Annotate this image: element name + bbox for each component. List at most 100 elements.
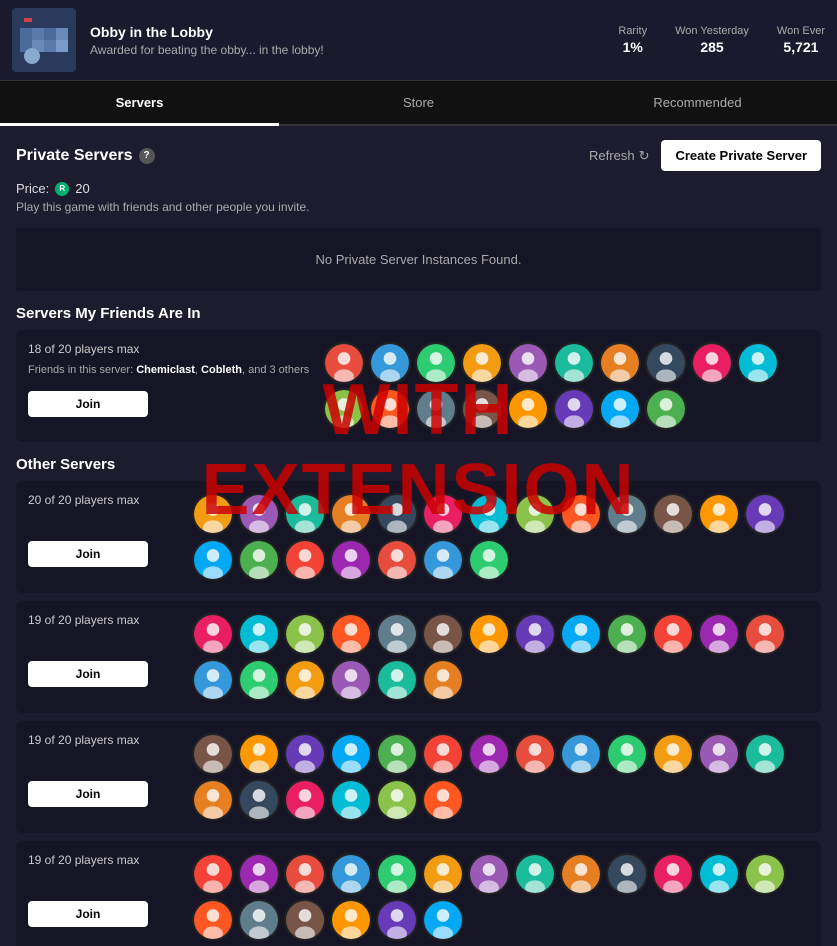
other-servers-heading: Other Servers — [16, 456, 821, 473]
tab-servers[interactable]: Servers — [0, 81, 279, 124]
avatar — [606, 853, 648, 895]
avatar — [606, 613, 648, 655]
other-server-join-button[interactable]: Join — [28, 541, 148, 567]
avatar — [238, 853, 280, 895]
avatar — [330, 613, 372, 655]
avatar — [599, 342, 641, 384]
avatar — [376, 733, 418, 775]
avatar — [422, 613, 464, 655]
other-server-join-button[interactable]: Join — [28, 901, 148, 927]
avatar — [330, 733, 372, 775]
avatar — [507, 388, 549, 430]
tab-recommended[interactable]: Recommended — [558, 81, 837, 124]
friends-server-join-button[interactable]: Join — [28, 391, 148, 417]
robux-icon: R — [55, 182, 69, 196]
avatar — [284, 779, 326, 821]
avatar — [468, 613, 510, 655]
avatar — [415, 342, 457, 384]
refresh-button[interactable]: Refresh ↻ — [589, 148, 649, 164]
avatar — [284, 733, 326, 775]
nav-tabs: Servers Store Recommended — [0, 81, 837, 126]
game-title: Obby in the Lobby — [90, 24, 324, 40]
avatar — [422, 493, 464, 535]
avatar — [238, 899, 280, 941]
other-server-avatars-grid — [192, 613, 809, 701]
avatar — [330, 493, 372, 535]
avatar — [415, 388, 457, 430]
avatar — [284, 613, 326, 655]
other-server-info: 20 of 20 players max Join — [28, 493, 178, 567]
avatar — [376, 899, 418, 941]
avatar — [422, 779, 464, 821]
avatar — [376, 853, 418, 895]
other-server-avatars-grid — [192, 493, 809, 581]
help-icon[interactable]: ? — [139, 148, 155, 164]
friends-info-text: Friends in this server: Chemiclast, Cobl… — [28, 362, 309, 379]
avatar — [468, 539, 510, 581]
avatar — [468, 733, 510, 775]
won-yesterday-value: 285 — [700, 39, 723, 55]
private-servers-header: Private Servers ? Refresh ↻ Create Priva… — [16, 140, 821, 171]
avatar — [192, 539, 234, 581]
private-servers-actions: Refresh ↻ Create Private Server — [589, 140, 821, 171]
avatar — [238, 659, 280, 701]
avatar — [330, 659, 372, 701]
avatar — [192, 613, 234, 655]
avatar — [744, 853, 786, 895]
friends-section-heading: Servers My Friends Are In — [16, 305, 821, 322]
avatar — [369, 342, 411, 384]
other-player-count: 19 of 20 players max — [28, 613, 178, 627]
avatar — [606, 493, 648, 535]
other-server-info: 19 of 20 players max Join — [28, 733, 178, 807]
private-servers-title-block: Private Servers ? — [16, 147, 155, 165]
avatar — [238, 493, 280, 535]
avatar — [744, 613, 786, 655]
other-server-join-button[interactable]: Join — [28, 661, 148, 687]
other-server-join-button[interactable]: Join — [28, 781, 148, 807]
avatar — [284, 899, 326, 941]
won-ever-stat: Won Ever 5,721 — [777, 25, 825, 55]
avatar — [369, 388, 411, 430]
avatar — [514, 733, 556, 775]
avatar — [599, 388, 641, 430]
other-server-card: 19 of 20 players max Join — [16, 721, 821, 833]
won-yesterday-label: Won Yesterday — [675, 25, 749, 37]
tab-store[interactable]: Store — [279, 81, 558, 124]
avatar — [560, 493, 602, 535]
other-server-avatars-grid — [192, 853, 809, 941]
rarity-value: 1% — [623, 39, 643, 55]
avatar — [284, 659, 326, 701]
refresh-icon: ↻ — [639, 148, 650, 164]
avatar — [422, 853, 464, 895]
price-value: 20 — [75, 181, 89, 196]
main-content: Private Servers ? Refresh ↻ Create Priva… — [0, 126, 837, 946]
avatar — [698, 493, 740, 535]
avatar — [560, 613, 602, 655]
price-label: Price: — [16, 181, 49, 196]
other-server-card: 19 of 20 players max Join — [16, 601, 821, 713]
avatar — [698, 853, 740, 895]
won-ever-label: Won Ever — [777, 25, 825, 37]
avatar — [330, 899, 372, 941]
avatar — [238, 539, 280, 581]
other-player-count: 20 of 20 players max — [28, 493, 178, 507]
other-server-card: 20 of 20 players max Join — [16, 481, 821, 593]
avatar — [284, 853, 326, 895]
avatar — [376, 613, 418, 655]
avatar — [238, 733, 280, 775]
rarity-label: Rarity — [618, 25, 647, 37]
friends-server-info: 18 of 20 players max Friends in this ser… — [28, 342, 309, 417]
other-server-avatars-grid — [192, 733, 809, 821]
avatar — [514, 493, 556, 535]
other-server-info: 19 of 20 players max Join — [28, 613, 178, 687]
avatar — [468, 493, 510, 535]
avatar — [192, 493, 234, 535]
avatar — [468, 853, 510, 895]
header-bar: Obby in the Lobby Awarded for beating th… — [0, 0, 837, 81]
avatar — [507, 342, 549, 384]
avatar — [461, 388, 503, 430]
other-player-count: 19 of 20 players max — [28, 733, 178, 747]
avatar — [330, 853, 372, 895]
create-private-server-button[interactable]: Create Private Server — [661, 140, 821, 171]
avatar — [192, 899, 234, 941]
